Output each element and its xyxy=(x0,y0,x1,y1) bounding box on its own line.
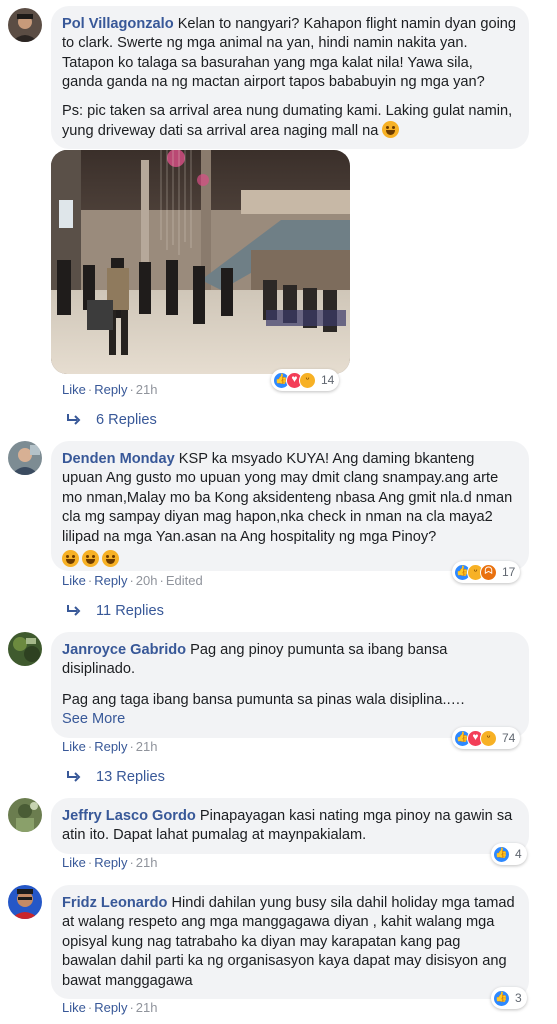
reply-arrow-icon xyxy=(67,414,81,425)
reply-arrow-icon xyxy=(67,605,81,616)
laughing-face-icon: ᵕ xyxy=(480,729,497,747)
comment-text: Janroyce Gabrido Pag ang pinoy pumunta s… xyxy=(62,641,517,680)
comment-actions: Like · Reply · 21h xyxy=(62,1000,158,1015)
comment-actions: Like · Reply · 20h · Edited xyxy=(62,573,203,588)
reply-arrow-icon xyxy=(67,771,81,782)
comment-author[interactable]: Janroyce Gabrido xyxy=(62,642,186,658)
reply-link[interactable]: Reply xyxy=(94,1000,127,1015)
avatar[interactable] xyxy=(8,8,42,42)
comment-bubble: Jeffry Lasco Gordo Pinapayagan kasi nati… xyxy=(51,798,529,854)
reply-link[interactable]: Reply xyxy=(94,573,127,588)
like-link[interactable]: Like xyxy=(62,855,86,870)
timestamp[interactable]: 21h xyxy=(136,382,158,397)
comment-author[interactable]: Jeffry Lasco Gordo xyxy=(62,808,196,824)
replies-count[interactable]: 11 Replies xyxy=(96,603,164,619)
view-replies-link[interactable]: 11 Replies xyxy=(66,603,164,619)
comment-text: Fridz Leonardo Hindi dahilan yung busy s… xyxy=(62,894,517,991)
laughing-emoji-icon xyxy=(82,550,99,568)
reaction-summary[interactable]: 👍 ♥ ᵕ 14 xyxy=(271,369,340,391)
reaction-count: 3 xyxy=(515,991,522,1005)
view-replies-link[interactable]: 13 Replies xyxy=(66,769,165,785)
reaction-count: 4 xyxy=(515,847,522,861)
comment-body: Ps: pic taken sa arrival area nung dumat… xyxy=(62,102,513,140)
like-link[interactable]: Like xyxy=(62,573,86,588)
timestamp[interactable]: 21h xyxy=(136,855,158,870)
avatar[interactable] xyxy=(8,885,42,919)
reply-link[interactable]: Reply xyxy=(94,739,127,754)
replies-count[interactable]: 6 Replies xyxy=(96,412,157,428)
reaction-count: 17 xyxy=(502,565,516,579)
like-link[interactable]: Like xyxy=(62,739,86,754)
see-more-link[interactable]: See More xyxy=(62,710,517,729)
comment-bubble: Pol Villagonzalo Kelan to nangyari? Kaha… xyxy=(51,6,529,150)
comment-author[interactable]: Denden Monday xyxy=(62,451,175,467)
reaction-count: 74 xyxy=(502,731,516,745)
comment-bubble: Janroyce Gabrido Pag ang pinoy pumunta s… xyxy=(51,632,529,738)
comment-text: Jeffry Lasco Gordo Pinapayagan kasi nati… xyxy=(62,807,517,846)
comment-body: Pag ang taga ibang bansa pumunta sa pina… xyxy=(62,691,466,708)
avatar[interactable] xyxy=(8,632,42,666)
thumbs-up-icon: 👍 xyxy=(493,845,510,863)
reaction-summary[interactable]: 👍 ♥ ᵕ 74 xyxy=(452,727,521,749)
comment-text: Pol Villagonzalo Kelan to nangyari? Kaha… xyxy=(62,15,517,93)
replies-count[interactable]: 13 Replies xyxy=(96,769,165,785)
comment-bubble: Denden Monday KSP ka msyado KUYA! Ang da… xyxy=(51,441,529,571)
comment-actions: Like · Reply · 21h xyxy=(62,739,158,754)
like-link[interactable]: Like xyxy=(62,1000,86,1015)
comment-bubble: Fridz Leonardo Hindi dahilan yung busy s… xyxy=(51,885,529,1000)
reaction-summary[interactable]: 👍 ᵕ ᗣ 17 xyxy=(452,561,521,583)
timestamp[interactable]: 21h xyxy=(136,1000,158,1015)
view-replies-link[interactable]: 6 Replies xyxy=(66,412,157,428)
reaction-summary[interactable]: 👍 3 xyxy=(491,987,527,1009)
comment-author[interactable]: Pol Villagonzalo xyxy=(62,16,174,32)
angry-face-icon: ᗣ xyxy=(480,563,497,581)
comment-text: Pag ang taga ibang bansa pumunta sa pina… xyxy=(62,691,517,730)
timestamp[interactable]: 21h xyxy=(136,739,158,754)
avatar[interactable] xyxy=(8,798,42,832)
comment-actions: Like · Reply · 21h xyxy=(62,855,158,870)
laughing-emoji-icon xyxy=(62,550,79,568)
edited-label[interactable]: Edited xyxy=(166,573,203,588)
laughing-emoji-icon xyxy=(102,550,119,568)
attached-photo[interactable] xyxy=(51,150,350,374)
comment-text: Ps: pic taken sa arrival area nung dumat… xyxy=(62,102,517,142)
thumbs-up-icon: 👍 xyxy=(493,989,510,1007)
comment-text: Denden Monday KSP ka msyado KUYA! Ang da… xyxy=(62,450,517,547)
avatar[interactable] xyxy=(8,441,42,475)
comment-actions: Like · Reply · 21h xyxy=(62,382,158,397)
laughing-emoji-icon xyxy=(382,121,400,139)
reply-link[interactable]: Reply xyxy=(94,382,127,397)
reply-link[interactable]: Reply xyxy=(94,855,127,870)
laughing-face-icon: ᵕ xyxy=(299,371,316,389)
reaction-summary[interactable]: 👍 4 xyxy=(491,843,527,865)
emoji-row xyxy=(62,550,517,570)
timestamp[interactable]: 20h xyxy=(136,573,158,588)
reaction-count: 14 xyxy=(321,373,335,387)
like-link[interactable]: Like xyxy=(62,382,86,397)
comment-author[interactable]: Fridz Leonardo xyxy=(62,895,167,911)
